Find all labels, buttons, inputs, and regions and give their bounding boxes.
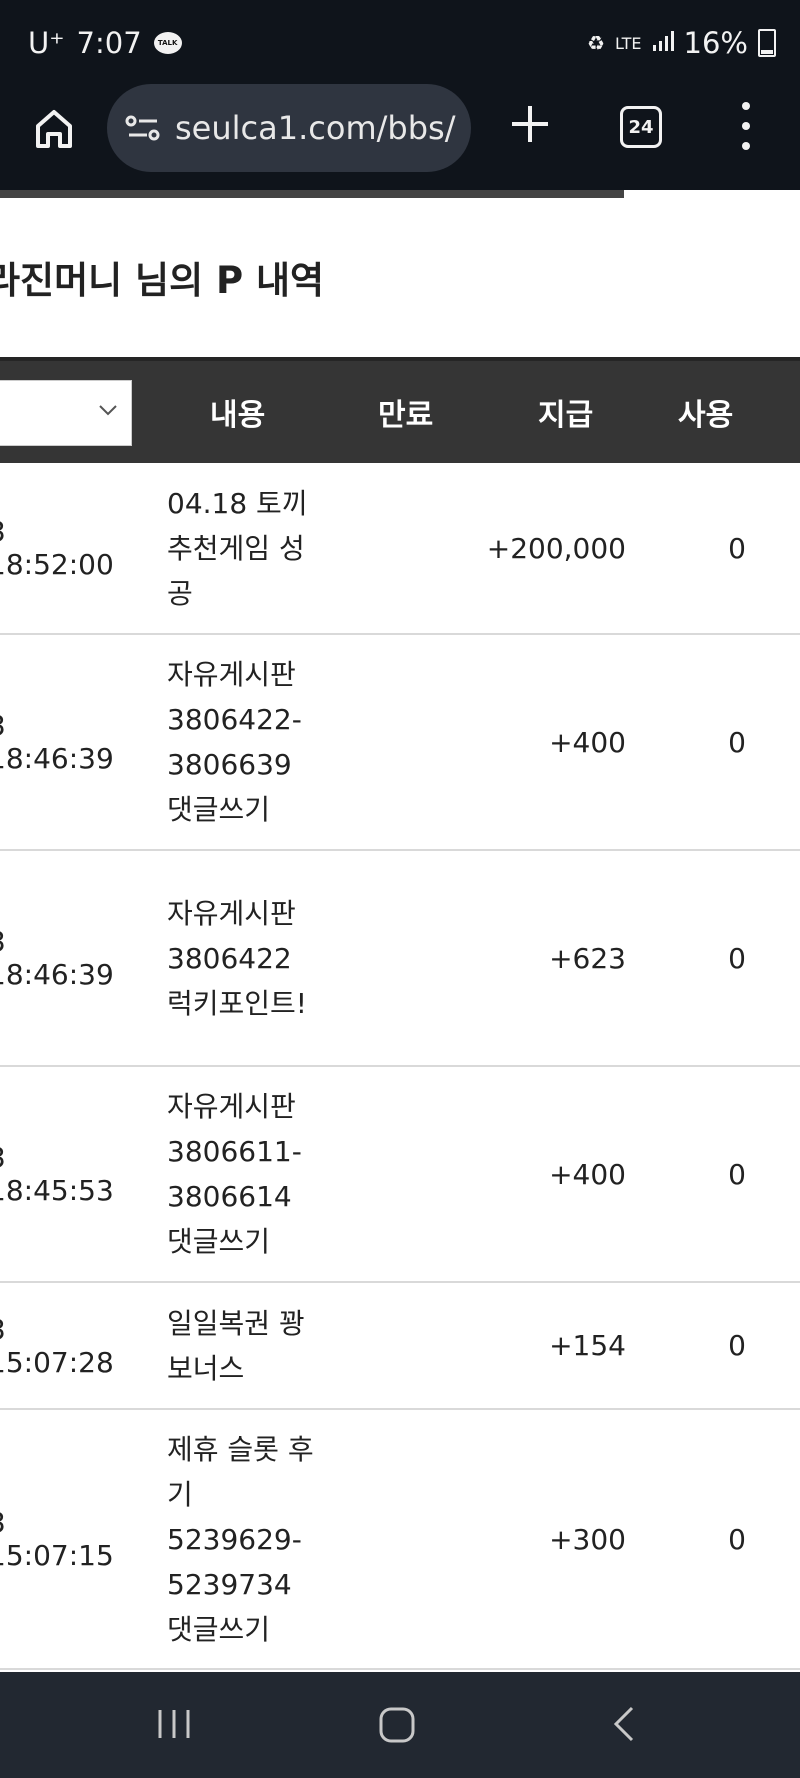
system-nav-bar [0, 1672, 800, 1778]
url-text: seulca1.com/bbs/ [175, 109, 456, 147]
header-expire: 만료 [378, 398, 434, 433]
home-icon [36, 110, 72, 148]
table-row: 3 18:52:00 04.18 토끼 추천게임 성공 +200,000 0 [0, 463, 800, 635]
carrier-label: U⁺ [28, 26, 65, 60]
page-title: 라진머니 님의 P 내역 [0, 259, 325, 302]
home-button[interactable] [30, 104, 78, 152]
row-content: 제휴 슬롯 후기 5239629-5239734 댓글쓰기 [167, 1432, 314, 1646]
plus-icon [512, 106, 548, 142]
row-use: 0 [728, 531, 746, 565]
address-bar[interactable]: seulca1.com/bbs/ [107, 84, 471, 172]
chevron-down-icon [99, 405, 117, 416]
new-tab-button[interactable] [508, 102, 552, 146]
battery-percent: 16% [683, 26, 748, 60]
home-square-icon [379, 1707, 415, 1743]
row-pay: +400 [549, 725, 626, 759]
status-bar: U⁺ 7:07 TALK ♻ LTE 16% [0, 0, 800, 84]
recent-apps-button[interactable] [152, 1702, 196, 1750]
battery-icon [758, 29, 776, 57]
row-time: 3 18:46:39 [0, 925, 114, 991]
header-pay: 지급 [538, 398, 594, 433]
tab-switcher-button[interactable]: 24 [620, 106, 662, 148]
home-nav-button[interactable] [376, 1702, 420, 1750]
back-button[interactable] [604, 1702, 648, 1750]
row-use: 0 [728, 1157, 746, 1191]
site-settings-icon [125, 115, 160, 141]
row-content: 자유게시판 3806422 럭키포인트! [167, 896, 308, 1020]
table-row: 3 18:46:39 자유게시판 3806422 럭키포인트! +623 0 [0, 851, 800, 1067]
lte-icon: LTE [614, 33, 642, 53]
table-row: 3 15:07:15 제휴 슬롯 후기 5239629-5239734 댓글쓰기… [0, 1410, 800, 1670]
status-right: ♻ LTE 16% [587, 26, 776, 60]
status-left: U⁺ 7:07 TALK [28, 26, 182, 60]
row-time: 3 18:46:39 [0, 709, 114, 775]
recent-apps-icon [158, 1710, 190, 1738]
row-content: 04.18 토끼 추천게임 성공 [167, 486, 308, 610]
table-row: 3 18:45:53 자유게시판 3806611-3806614 댓글쓰기 +4… [0, 1067, 800, 1283]
recycle-icon: ♻ [587, 31, 605, 55]
row-use: 0 [728, 725, 746, 759]
points-table: 내용 만료 지급 사용 3 18:52:00 04.18 토끼 추천게임 성공 … [0, 357, 800, 1670]
row-pay: +623 [549, 941, 626, 975]
row-pay: +300 [549, 1522, 626, 1556]
row-time: 3 18:52:00 [0, 515, 114, 581]
overflow-menu-icon[interactable] [736, 102, 756, 150]
row-use: 0 [728, 1522, 746, 1556]
table-row: 3 15:07:28 일일복권 꽝 보너스 +154 0 [0, 1283, 800, 1410]
table-row: 3 18:46:39 자유게시판 3806422-3806639 댓글쓰기 +4… [0, 635, 800, 851]
signal-icon [652, 30, 674, 57]
date-filter-select[interactable] [0, 380, 132, 446]
row-use: 0 [728, 1329, 746, 1362]
row-time: 3 15:07:15 [0, 1506, 114, 1572]
row-content: 자유게시판 3806611-3806614 댓글쓰기 [167, 1090, 302, 1258]
row-pay: +154 [549, 1329, 626, 1362]
row-use: 0 [728, 941, 746, 975]
row-pay: +400 [549, 1157, 626, 1191]
kakaotalk-icon: TALK [153, 32, 182, 54]
header-use: 사용 [678, 398, 734, 433]
page-load-progress [0, 190, 624, 198]
table-header: 내용 만료 지급 사용 [0, 357, 800, 463]
row-content: 자유게시판 3806422-3806639 댓글쓰기 [167, 658, 302, 826]
browser-toolbar: seulca1.com/bbs/ 24 [0, 84, 800, 190]
back-chevron-icon [613, 1706, 634, 1742]
row-time: 3 18:45:53 [0, 1141, 114, 1207]
row-time: 3 15:07:28 [0, 1313, 114, 1379]
header-content: 내용 [210, 398, 266, 433]
row-content: 일일복권 꽝 보너스 [167, 1306, 305, 1385]
clock: 7:07 [76, 26, 142, 60]
row-pay: +200,000 [486, 531, 626, 565]
